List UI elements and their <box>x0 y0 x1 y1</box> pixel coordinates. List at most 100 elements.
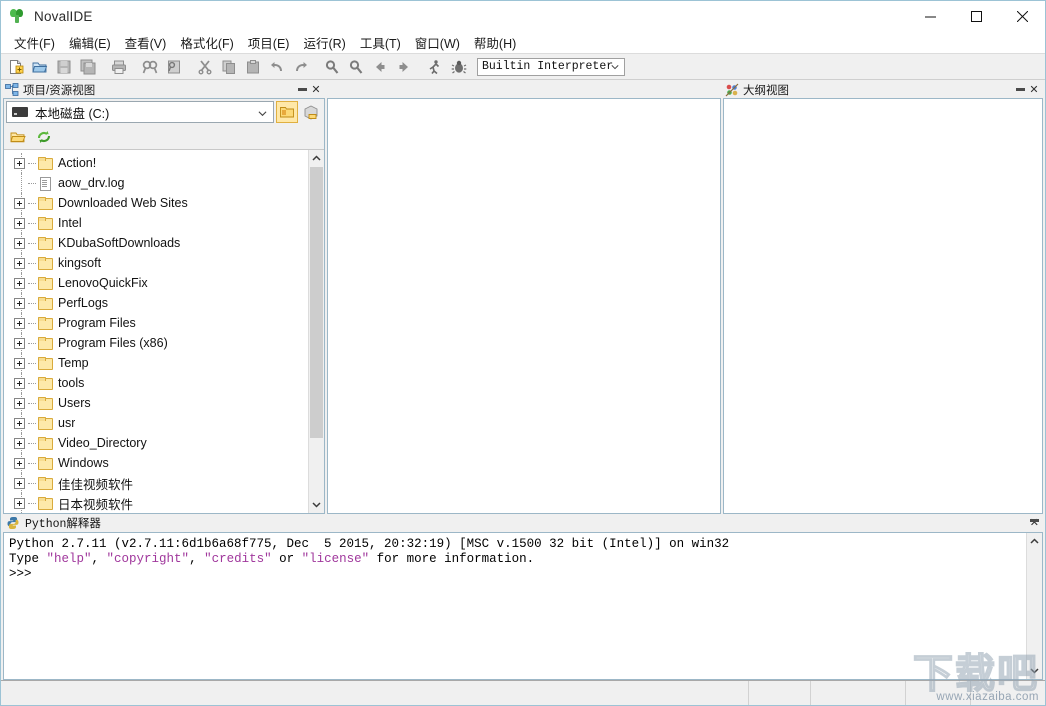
toolbar-new-file[interactable] <box>4 55 28 79</box>
tree-row[interactable]: 佳佳视频软件 <box>4 473 308 493</box>
tree-refresh-button[interactable] <box>34 127 54 147</box>
expand-icon[interactable] <box>14 377 25 389</box>
console-scroll-track[interactable] <box>1026 550 1042 662</box>
tree-row[interactable]: LenovoQuickFix <box>4 273 308 293</box>
file-tree[interactable]: Action! aow_drv.log Downloaded Web Sites In… <box>4 150 308 513</box>
scroll-thumb[interactable] <box>309 167 323 438</box>
console-text-token: Python 2.7.11 (v2.7.11:6d1b6a68f775, Dec… <box>9 537 730 551</box>
tree-open-folder-button[interactable] <box>8 127 28 147</box>
tree-row[interactable]: aow_drv.log <box>4 173 308 193</box>
toolbar-cut[interactable] <box>193 55 217 79</box>
tree-row[interactable]: usr <box>4 413 308 433</box>
expand-icon[interactable] <box>14 297 25 309</box>
toolbar-forward[interactable] <box>392 55 416 79</box>
minimize-button[interactable] <box>907 1 953 32</box>
toolbar-back[interactable] <box>368 55 392 79</box>
toolbar-zoom-out[interactable] <box>344 55 368 79</box>
menu-view[interactable]: 查看(V) <box>118 31 174 54</box>
expand-icon[interactable] <box>14 197 25 209</box>
toolbar-save-all[interactable] <box>76 55 100 79</box>
project-panel-minimize[interactable] <box>298 86 307 95</box>
outline-panel-close[interactable]: ✕ <box>1029 85 1039 96</box>
toolbar-redo[interactable] <box>289 55 313 79</box>
project-panel-close[interactable]: ✕ <box>311 85 321 96</box>
expand-icon[interactable] <box>14 497 25 509</box>
tree-row[interactable]: tools <box>4 373 308 393</box>
expand-icon[interactable] <box>14 337 25 349</box>
drive-select[interactable]: 本地磁盘 (C:) <box>6 101 274 123</box>
file-tree-scrollbar[interactable] <box>308 150 324 513</box>
expand-icon[interactable] <box>14 357 25 369</box>
toolbar-print[interactable] <box>107 55 131 79</box>
console-string-token: "license" <box>301 552 370 566</box>
menu-edit[interactable]: 编辑(E) <box>62 31 118 54</box>
toolbar-find[interactable] <box>138 55 162 79</box>
console-scrollbar[interactable] <box>1026 533 1042 679</box>
code-editor[interactable] <box>327 98 721 514</box>
scroll-down-button[interactable] <box>308 496 324 513</box>
console-scroll-down-button[interactable] <box>1026 662 1042 679</box>
zoom-out-icon <box>349 59 363 74</box>
expand-icon[interactable] <box>14 317 25 329</box>
toolbar-copy[interactable] <box>217 55 241 79</box>
console-string-token: "help" <box>46 552 92 566</box>
expand-icon[interactable] <box>14 217 25 229</box>
close-button[interactable] <box>999 1 1045 32</box>
expand-icon[interactable] <box>14 477 25 489</box>
menu-project[interactable]: 项目(E) <box>241 31 297 54</box>
folder-icon <box>38 216 53 230</box>
expand-icon[interactable] <box>14 397 25 409</box>
interpreter-select[interactable]: Builtin Interpreter <box>477 57 625 76</box>
expand-icon[interactable] <box>14 457 25 469</box>
menu-file[interactable]: 文件(F) <box>7 31 62 54</box>
menu-run[interactable]: 运行(R) <box>296 31 352 54</box>
expand-icon[interactable] <box>14 437 25 449</box>
menu-tools[interactable]: 工具(T) <box>353 31 408 54</box>
outline-content[interactable] <box>723 98 1043 514</box>
console-scroll-up-button[interactable] <box>1026 533 1042 550</box>
expand-icon[interactable] <box>14 157 25 169</box>
expand-icon[interactable] <box>14 277 25 289</box>
tree-item-label: aow_drv.log <box>58 176 125 190</box>
tree-row[interactable]: Video_Directory <box>4 433 308 453</box>
maximize-button[interactable] <box>953 1 999 32</box>
console-output[interactable]: Python 2.7.11 (v2.7.11:6d1b6a68f775, Dec… <box>4 533 1026 679</box>
scroll-up-button[interactable] <box>308 150 324 167</box>
scroll-track[interactable] <box>308 167 324 496</box>
console-header: Python解释器 ✕ <box>3 514 1043 532</box>
tree-row[interactable]: Program Files <box>4 313 308 333</box>
tree-connector <box>28 162 36 164</box>
tree-row[interactable]: Windows <box>4 453 308 473</box>
tree-row[interactable]: kingsoft <box>4 253 308 273</box>
expand-icon[interactable] <box>14 257 25 269</box>
console-line: Python 2.7.11 (v2.7.11:6d1b6a68f775, Dec… <box>9 537 1026 552</box>
tree-row[interactable]: PerfLogs <box>4 293 308 313</box>
toolbar-zoom-in[interactable] <box>320 55 344 79</box>
tree-row[interactable]: Intel <box>4 213 308 233</box>
tree-row[interactable]: Users <box>4 393 308 413</box>
menu-format[interactable]: 格式化(F) <box>173 31 240 54</box>
toolbar-debug[interactable] <box>447 55 471 79</box>
drive-package-button[interactable] <box>300 101 322 123</box>
drive-browse-button[interactable] <box>276 101 298 123</box>
tree-row[interactable]: 日本视频软件 <box>4 493 308 513</box>
toolbar-paste[interactable] <box>241 55 265 79</box>
toolbar-replace[interactable] <box>162 55 186 79</box>
outline-panel-minimize[interactable] <box>1016 86 1025 95</box>
debug-bug-icon <box>451 60 467 73</box>
menu-help[interactable]: 帮助(H) <box>467 31 523 54</box>
expand-icon[interactable] <box>14 237 25 249</box>
folder-icon <box>38 496 53 510</box>
tree-row[interactable]: Downloaded Web Sites <box>4 193 308 213</box>
toolbar-run[interactable] <box>423 55 447 79</box>
expand-icon[interactable] <box>14 417 25 429</box>
tree-item-label: 日本视频软件 <box>58 497 134 512</box>
toolbar-open[interactable] <box>28 55 52 79</box>
toolbar-save[interactable] <box>52 55 76 79</box>
tree-row[interactable]: Program Files (x86) <box>4 333 308 353</box>
toolbar-undo[interactable] <box>265 55 289 79</box>
tree-row[interactable]: Action! <box>4 153 308 173</box>
menu-window[interactable]: 窗口(W) <box>408 31 467 54</box>
tree-row[interactable]: Temp <box>4 353 308 373</box>
tree-row[interactable]: KDubaSoftDownloads <box>4 233 308 253</box>
